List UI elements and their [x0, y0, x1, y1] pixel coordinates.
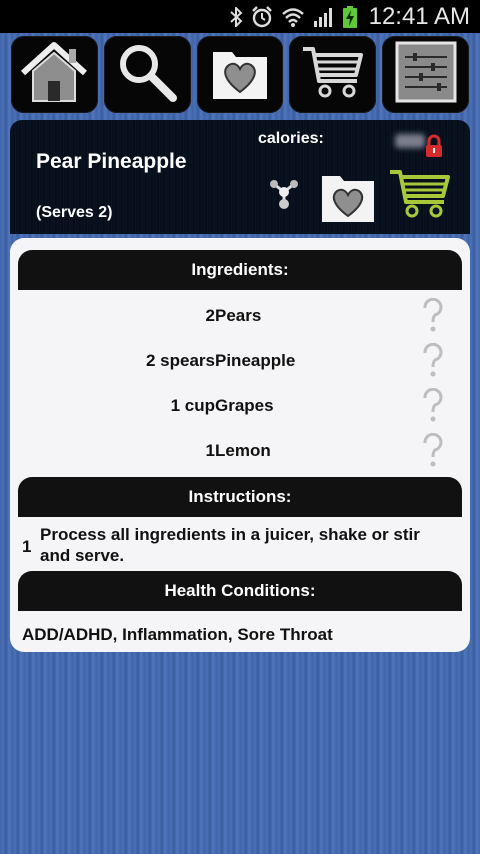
question-icon[interactable] — [421, 342, 445, 384]
question-icon[interactable] — [421, 432, 445, 474]
heart-folder-icon — [210, 42, 270, 107]
step-text: Process all ingredients in a juicer, sha… — [40, 525, 420, 565]
ingredient-qty: 2 — [205, 306, 215, 325]
ingredient-row: 1 Lemon — [10, 432, 470, 469]
wifi-icon — [281, 6, 305, 28]
health-conditions-header: Health Conditions: — [18, 571, 462, 611]
ingredient-qty: 2 spears — [146, 351, 215, 370]
cart-icon — [301, 43, 365, 106]
signal-icon — [313, 6, 335, 28]
search-button[interactable] — [103, 36, 191, 113]
question-icon[interactable] — [421, 297, 445, 339]
settings-button[interactable] — [382, 36, 469, 113]
ingredient-row: 1 cup Grapes — [10, 387, 470, 424]
serves-label: (Serves 2) — [36, 204, 113, 221]
health-conditions-text: ADD/ADHD, Inflammation, Sore Throat — [22, 625, 333, 644]
toolbar — [11, 36, 469, 113]
add-to-cart-icon[interactable] — [388, 166, 452, 225]
status-bar: 12:41 AM — [0, 0, 480, 33]
bluetooth-icon — [229, 6, 243, 28]
lock-icon[interactable] — [424, 134, 444, 163]
clock: 12:41 AM — [368, 2, 470, 30]
instructions-header: Instructions: — [18, 477, 462, 517]
ingredient-qty: 1 — [205, 441, 215, 460]
home-button[interactable] — [11, 36, 98, 113]
question-icon[interactable] — [421, 387, 445, 429]
battery-charging-icon — [342, 5, 357, 28]
step-number: 1 — [22, 537, 32, 556]
ingredient-name: Pears — [215, 306, 262, 325]
ingredient-qty: 1 cup — [170, 396, 215, 415]
favorites-button[interactable] — [196, 36, 284, 113]
search-icon — [115, 40, 179, 109]
shopping-cart-button[interactable] — [289, 36, 377, 113]
ingredient-row: 2 Pears — [10, 297, 470, 334]
ingredient-name: Grapes — [215, 396, 274, 415]
calories-value-hidden — [395, 134, 425, 148]
recipe-header: Pear Pineapple (Serves 2) calories: — [10, 120, 470, 234]
share-icon[interactable] — [268, 176, 300, 215]
ingredients-header: Ingredients: — [18, 250, 462, 290]
calories-label: calories: — [258, 130, 324, 147]
ingredient-row: 2 spears Pineapple — [10, 342, 470, 379]
recipe-content: Ingredients: 2 Pears 2 spears Pineapple … — [10, 238, 470, 652]
recipe-title: Pear Pineapple — [36, 150, 187, 173]
add-favorite-icon[interactable] — [320, 170, 376, 229]
ingredient-name: Pineapple — [215, 351, 296, 370]
ingredient-name: Lemon — [215, 441, 271, 460]
alarm-icon — [251, 5, 273, 28]
home-icon — [19, 41, 89, 108]
sliders-icon — [395, 41, 457, 108]
